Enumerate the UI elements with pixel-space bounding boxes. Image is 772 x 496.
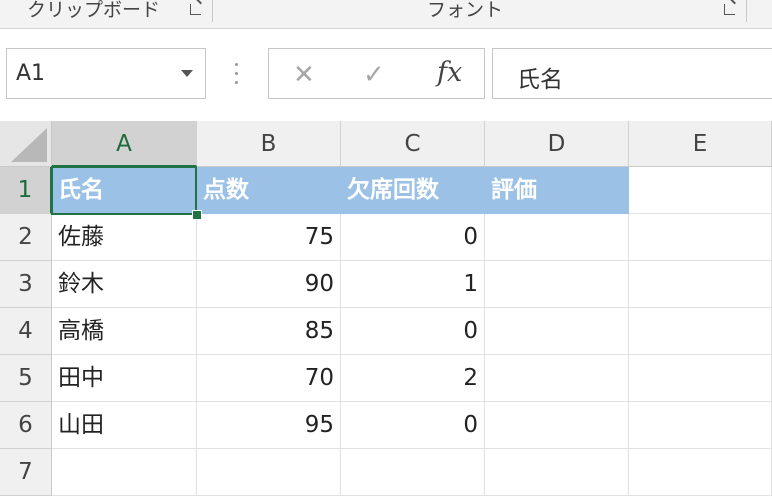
cell-d1[interactable]: 評価 bbox=[485, 167, 629, 214]
cell-d4[interactable] bbox=[485, 308, 629, 355]
cell-a7[interactable] bbox=[52, 449, 197, 496]
formula-content: 氏名 bbox=[517, 67, 563, 93]
cell-b7[interactable] bbox=[197, 449, 341, 496]
ribbon-divider bbox=[746, 0, 747, 22]
cell-c5[interactable]: 2 bbox=[341, 355, 485, 402]
formula-buttons: ✕ ✓ fx bbox=[268, 48, 485, 99]
cell-d5[interactable] bbox=[485, 355, 629, 402]
cell-a3[interactable]: 鈴木 bbox=[52, 261, 197, 308]
row-header-2[interactable]: 2 bbox=[0, 214, 52, 261]
clipboard-launcher-icon[interactable] bbox=[190, 4, 201, 15]
cell-b3[interactable]: 90 bbox=[197, 261, 341, 308]
cell-a4[interactable]: 高橋 bbox=[52, 308, 197, 355]
column-header-a[interactable]: A bbox=[52, 121, 197, 167]
chevron-down-icon[interactable] bbox=[181, 70, 193, 77]
close-icon[interactable]: ✕ bbox=[293, 60, 315, 90]
name-box-value: A1 bbox=[16, 61, 46, 86]
row-header-1[interactable]: 1 bbox=[0, 167, 52, 214]
cell-e4[interactable] bbox=[629, 308, 772, 355]
row-header-7[interactable]: 7 bbox=[0, 449, 52, 496]
cell-a5[interactable]: 田中 bbox=[52, 355, 197, 402]
clipboard-group-label: クリップボード bbox=[27, 0, 161, 21]
column-header-e[interactable]: E bbox=[629, 121, 772, 167]
formula-bar-area: A1 ✕ ✓ fx 氏名 bbox=[0, 29, 772, 121]
column-header-b[interactable]: B bbox=[197, 121, 341, 167]
spreadsheet-grid: A B C D E 1 2 3 4 5 6 7 氏名 点数 欠席回数 評価 佐藤… bbox=[0, 121, 772, 496]
cell-e1[interactable] bbox=[629, 167, 772, 214]
ribbon-group-bar: クリップボード フォント bbox=[0, 0, 772, 29]
font-launcher-icon[interactable] bbox=[724, 4, 735, 15]
cell-e6[interactable] bbox=[629, 402, 772, 449]
column-header-c[interactable]: C bbox=[341, 121, 485, 167]
name-box[interactable]: A1 bbox=[6, 48, 206, 99]
cell-b5[interactable]: 70 bbox=[197, 355, 341, 402]
cell-b6[interactable]: 95 bbox=[197, 402, 341, 449]
splitter-grip-icon[interactable] bbox=[235, 63, 239, 85]
insert-function-button[interactable]: fx bbox=[437, 57, 462, 88]
fill-handle[interactable] bbox=[192, 210, 202, 220]
cell-c2[interactable]: 0 bbox=[341, 214, 485, 261]
cell-d7[interactable] bbox=[485, 449, 629, 496]
font-group-label: フォント bbox=[427, 0, 504, 21]
cell-e5[interactable] bbox=[629, 355, 772, 402]
row-header-4[interactable]: 4 bbox=[0, 308, 52, 355]
cell-a2[interactable]: 佐藤 bbox=[52, 214, 197, 261]
cell-a6[interactable]: 山田 bbox=[52, 402, 197, 449]
select-all-button[interactable] bbox=[0, 121, 52, 167]
cell-c6[interactable]: 0 bbox=[341, 402, 485, 449]
row-header-3[interactable]: 3 bbox=[0, 261, 52, 308]
check-icon[interactable]: ✓ bbox=[363, 60, 385, 90]
cell-d2[interactable] bbox=[485, 214, 629, 261]
cell-c1[interactable]: 欠席回数 bbox=[341, 167, 485, 214]
cell-d3[interactable] bbox=[485, 261, 629, 308]
cell-e7[interactable] bbox=[629, 449, 772, 496]
cell-e3[interactable] bbox=[629, 261, 772, 308]
cell-d6[interactable] bbox=[485, 402, 629, 449]
cell-c7[interactable] bbox=[341, 449, 485, 496]
cell-b4[interactable]: 85 bbox=[197, 308, 341, 355]
cell-c4[interactable]: 0 bbox=[341, 308, 485, 355]
cell-c3[interactable]: 1 bbox=[341, 261, 485, 308]
row-header-5[interactable]: 5 bbox=[0, 355, 52, 402]
cell-b1[interactable]: 点数 bbox=[197, 167, 341, 214]
cell-b2[interactable]: 75 bbox=[197, 214, 341, 261]
column-header-d[interactable]: D bbox=[485, 121, 629, 167]
ribbon-divider bbox=[212, 0, 213, 22]
formula-input[interactable]: 氏名 bbox=[492, 48, 772, 99]
cell-e2[interactable] bbox=[629, 214, 772, 261]
row-header-6[interactable]: 6 bbox=[0, 402, 52, 449]
cell-a1[interactable]: 氏名 bbox=[52, 167, 197, 214]
